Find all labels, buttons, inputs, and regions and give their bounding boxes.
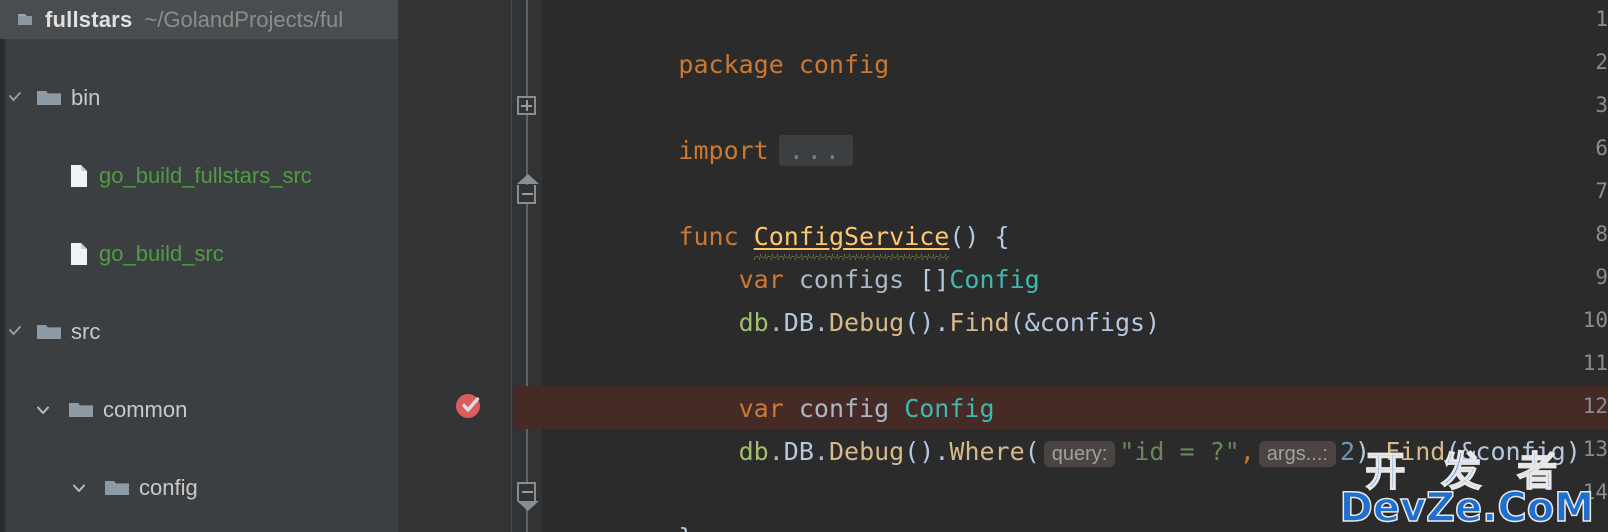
- code-line-9: db.DB.Debug().Find(&configs): [542, 258, 1608, 337]
- code-line-12: db.DB.Debug().Where(query: "id = ?", args.…: [542, 387, 1608, 467]
- file-icon: [68, 242, 90, 266]
- folder-icon: [36, 88, 62, 108]
- project-tree-panel[interactable]: fullstars ~/GolandProjects/ful bin go_bu…: [0, 0, 398, 532]
- sidebar-item-go-build-src[interactable]: go_build_src: [0, 234, 398, 273]
- code-line-3: import...: [542, 86, 1608, 166]
- fold-collapse-start-icon[interactable]: [517, 174, 539, 204]
- code-editor[interactable]: 1 2 3 6 7 8 9 10 11 12 13 14 package con…: [398, 0, 1608, 532]
- code-line-1: package config: [542, 0, 1608, 79]
- editor-gutter[interactable]: [398, 0, 512, 532]
- code-line-11: var config Config: [542, 344, 1608, 423]
- project-root-path: ~/GolandProjects/ful: [144, 6, 344, 32]
- chevron-down-icon[interactable]: [32, 399, 54, 421]
- sidebar-item-go-build-fullstars-src[interactable]: go_build_fullstars_src: [0, 156, 398, 195]
- chevron-down-icon[interactable]: [4, 87, 26, 109]
- project-root-name: fullstars: [45, 6, 133, 32]
- sidebar-item-label: go_build_src: [99, 240, 224, 266]
- folder-icon: [104, 478, 130, 498]
- sidebar-item-config[interactable]: config: [0, 468, 398, 507]
- breakpoint-verified-icon[interactable]: [454, 390, 484, 420]
- goland-window: fullstars ~/GolandProjects/ful bin go_bu…: [0, 0, 1608, 532]
- sidebar-item-common[interactable]: common: [0, 390, 398, 429]
- file-icon: [68, 164, 90, 188]
- tree-row-project-root[interactable]: fullstars ~/GolandProjects/ful: [0, 0, 398, 39]
- code-line-7: func ConfigService() {: [542, 172, 1608, 260]
- folder-icon: [68, 400, 94, 420]
- fold-guide-line: [526, 0, 528, 532]
- code-line-14: }: [542, 473, 1608, 532]
- chevron-down-icon[interactable]: [68, 477, 90, 499]
- code-line-8: var configs []Config: [542, 215, 1608, 294]
- chevron-down-icon[interactable]: [4, 321, 26, 343]
- sidebar-item-label: src: [71, 318, 101, 344]
- fold-expand-icon[interactable]: [517, 96, 536, 115]
- module-icon: [16, 10, 36, 30]
- sidebar-item-label: common: [103, 396, 188, 422]
- folder-icon: [36, 322, 62, 342]
- sidebar-item-label: bin: [71, 84, 101, 110]
- sidebar-item-src[interactable]: src: [0, 312, 398, 351]
- code-text-area[interactable]: package config import... func ConfigServ…: [542, 0, 1608, 532]
- sidebar-item-label: config: [139, 474, 198, 500]
- sidebar-item-label: go_build_fullstars_src: [99, 162, 312, 188]
- fold-collapse-end-icon[interactable]: [517, 482, 539, 511]
- sidebar-item-bin[interactable]: bin: [0, 78, 398, 117]
- code-token-close-brace: }: [678, 523, 693, 532]
